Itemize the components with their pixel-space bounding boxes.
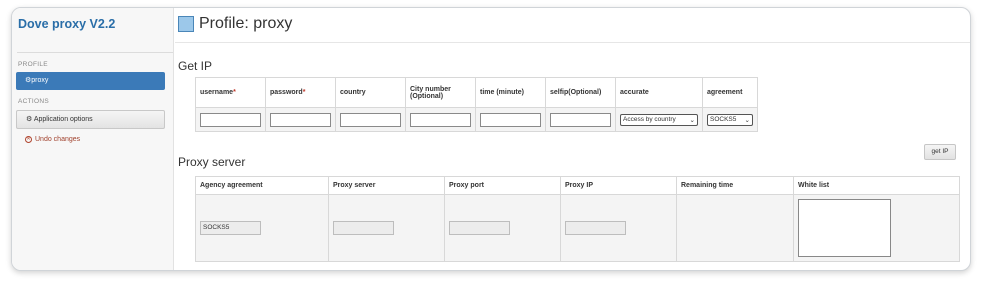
header-time: time (minute) bbox=[475, 77, 546, 108]
header-country: country bbox=[335, 77, 406, 108]
agency-agreement-field: SOCKS5 bbox=[200, 221, 261, 235]
page-title: Profile: proxy bbox=[199, 15, 293, 32]
header-white-list: White list bbox=[793, 176, 960, 195]
sidebar-header-profile: PROFILE bbox=[18, 61, 48, 68]
remaining-time-cell bbox=[676, 194, 794, 262]
proxy-server-table: Agency agreement Proxy server Proxy port… bbox=[195, 176, 960, 262]
close-circle-icon: ✕ bbox=[25, 136, 32, 143]
app-frame: Dove proxy V2.2 PROFILE ⚙proxy ACTIONS ⚙… bbox=[11, 7, 971, 271]
proxy-server-field bbox=[333, 221, 394, 235]
section-title-get-ip: Get IP bbox=[178, 59, 213, 73]
header-accurate: accurate bbox=[615, 77, 703, 108]
time-input[interactable] bbox=[480, 112, 541, 127]
header-agency-agreement: Agency agreement bbox=[195, 176, 329, 195]
header-proxy-port: Proxy port bbox=[444, 176, 561, 195]
country-input[interactable] bbox=[340, 112, 401, 127]
header-username: username* bbox=[195, 77, 266, 108]
password-input[interactable] bbox=[270, 112, 331, 127]
accurate-select[interactable]: Access by country ⌄ bbox=[620, 113, 698, 126]
options-label: Application options bbox=[33, 116, 93, 123]
gear-icon: ⚙ bbox=[26, 116, 33, 123]
proxy-ip-field bbox=[565, 221, 626, 235]
agreement-value: SOCKS5 bbox=[710, 116, 737, 123]
city-number-input[interactable] bbox=[410, 112, 471, 127]
header-proxy-ip: Proxy IP bbox=[560, 176, 677, 195]
title-divider bbox=[175, 42, 970, 43]
header-password: password* bbox=[265, 77, 336, 108]
chevron-down-icon: ⌄ bbox=[689, 116, 695, 124]
header-agreement: agreement bbox=[702, 77, 758, 108]
accurate-value: Access by country bbox=[623, 116, 676, 123]
white-list-textarea[interactable] bbox=[798, 199, 891, 257]
header-proxy-server: Proxy server bbox=[328, 176, 445, 195]
sidebar-header-actions: ACTIONS bbox=[18, 98, 49, 105]
sidebar-divider bbox=[17, 52, 173, 53]
brand-title[interactable]: Dove proxy V2.2 bbox=[18, 17, 115, 31]
selfip-input[interactable] bbox=[550, 112, 611, 127]
profile-icon bbox=[178, 16, 194, 32]
agreement-select[interactable]: SOCKS5 ⌄ bbox=[707, 113, 753, 126]
application-options-button[interactable]: ⚙ Application options bbox=[16, 110, 165, 129]
header-selfip: selfip(Optional) bbox=[545, 77, 616, 108]
get-ip-button[interactable]: get IP bbox=[924, 144, 956, 160]
get-ip-table: username* password* country City number(… bbox=[195, 77, 758, 132]
sidebar: Dove proxy V2.2 PROFILE ⚙proxy ACTIONS ⚙… bbox=[12, 8, 174, 270]
chevron-down-icon: ⌄ bbox=[744, 116, 750, 124]
section-title-proxy-server: Proxy server bbox=[178, 155, 246, 169]
header-city-number: City number (Optional) bbox=[405, 77, 476, 108]
undo-changes-link[interactable]: ✕ Undo changes bbox=[25, 136, 80, 143]
username-input[interactable] bbox=[200, 112, 261, 127]
sidebar-item-proxy[interactable]: ⚙proxy bbox=[16, 72, 165, 90]
sidebar-item-label: proxy bbox=[31, 77, 49, 84]
header-remaining-time: Remaining time bbox=[676, 176, 794, 195]
proxy-port-field bbox=[449, 221, 510, 235]
undo-label: Undo changes bbox=[35, 136, 81, 143]
